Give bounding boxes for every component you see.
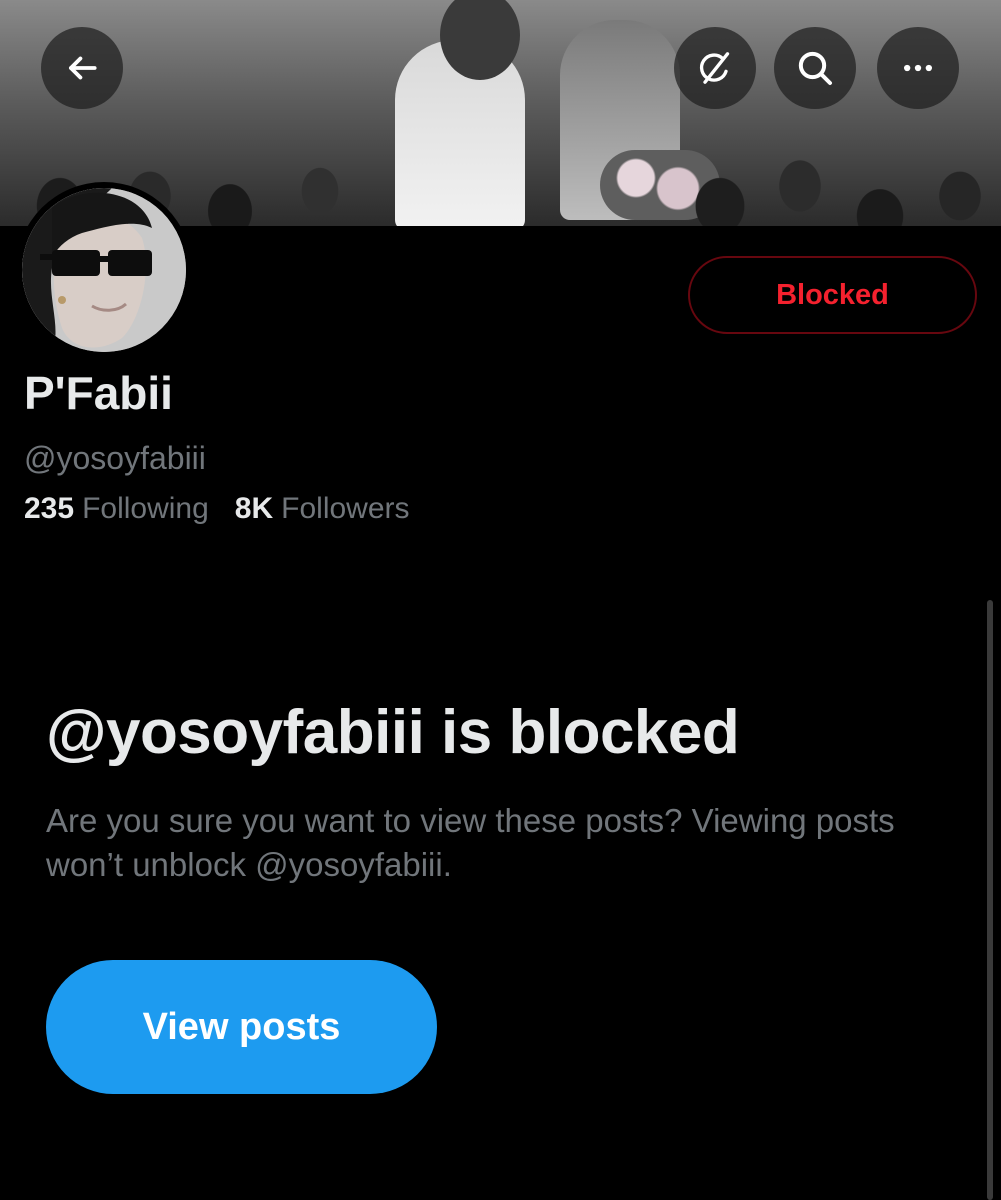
view-posts-button[interactable]: View posts (46, 960, 437, 1094)
more-options-button[interactable] (877, 27, 959, 109)
search-icon (795, 48, 835, 88)
blocked-notice-description: Are you sure you want to view these post… (46, 802, 895, 883)
followers-link[interactable]: 8K Followers (235, 492, 410, 526)
avatar[interactable] (16, 182, 192, 358)
blocked-notice-title: @yosoyfabiii is blocked (46, 698, 740, 767)
profile-banner-image[interactable] (0, 0, 1001, 226)
following-link[interactable]: 235 Following (24, 492, 209, 526)
grok-icon (695, 48, 735, 88)
more-horizontal-icon (898, 48, 938, 88)
search-button[interactable] (774, 27, 856, 109)
profile-stats: 235 Following 8K Followers (24, 492, 436, 526)
blocked-button[interactable]: Blocked (688, 256, 977, 334)
following-count: 235 (24, 492, 75, 525)
back-button[interactable] (41, 27, 123, 109)
user-handle: @yosoyfabiii (24, 440, 206, 476)
display-name: P'Fabii (24, 367, 173, 419)
grok-button[interactable] (674, 27, 756, 109)
avatar-image (22, 188, 186, 352)
scrollbar[interactable] (987, 600, 993, 1200)
arrow-left-icon (63, 49, 101, 87)
followers-label: Followers (281, 492, 410, 525)
following-label: Following (82, 492, 209, 525)
followers-count: 8K (234, 492, 274, 525)
